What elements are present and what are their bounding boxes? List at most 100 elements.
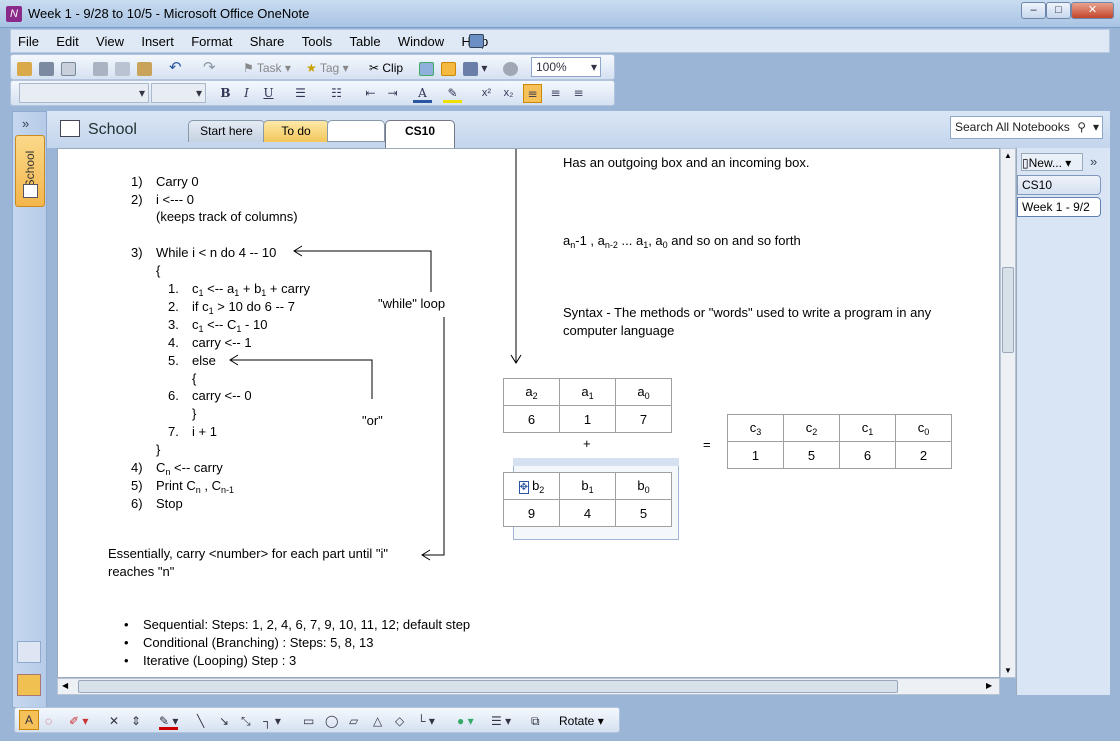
increase-indent-icon[interactable]: ⇥ xyxy=(383,84,402,103)
notebook-tab-school[interactable]: School xyxy=(15,135,45,207)
table-cell[interactable]: 6 xyxy=(839,441,896,469)
italic-button[interactable]: I xyxy=(237,84,256,103)
table-cell[interactable]: 1 xyxy=(559,405,616,433)
print-preview-icon[interactable] xyxy=(61,61,76,76)
font-name-select[interactable]: ▾ xyxy=(19,83,149,103)
bold-button[interactable]: B xyxy=(216,84,235,103)
table-cell[interactable]: 5 xyxy=(783,441,840,469)
line-icon[interactable]: ╲ xyxy=(197,712,204,730)
eraser-icon[interactable]: ✐ ▾ xyxy=(69,712,88,730)
research-icon[interactable] xyxy=(503,61,518,76)
rotate-button[interactable]: Rotate ▾ xyxy=(559,712,604,730)
align-right-icon[interactable]: ≡ xyxy=(569,84,588,103)
page-tab-week-1[interactable]: Week 1 - 9/2 xyxy=(1017,197,1101,217)
drawing-tools-icon[interactable] xyxy=(463,61,478,76)
note-page[interactable]: 1) Carry 0 2) i <--- 0 (keeps track of c… xyxy=(57,148,1000,678)
vertical-scrollbar[interactable]: ▲ ▼ xyxy=(1000,148,1016,678)
close-button[interactable]: ✕ xyxy=(1071,2,1114,19)
menu-tools[interactable]: Tools xyxy=(295,30,339,49)
new-page-button[interactable]: ▯New... ▾ xyxy=(1021,153,1083,171)
menu-edit[interactable]: Edit xyxy=(49,30,85,49)
table-a[interactable]: a2 a1 a0 617 xyxy=(503,378,672,433)
section-tab-new-input[interactable] xyxy=(327,120,385,142)
connector-icon[interactable]: ┐ ▾ xyxy=(263,712,281,730)
vertical-scroll-thumb[interactable] xyxy=(1002,267,1014,353)
menu-format[interactable]: Format xyxy=(184,30,239,49)
decrease-indent-icon[interactable]: ⇤ xyxy=(361,84,380,103)
expand-nav-icon[interactable]: » xyxy=(22,116,29,131)
tag-button[interactable]: ★ Tag ▾ xyxy=(306,59,349,77)
double-arrow-icon[interactable]: ⤡ xyxy=(241,712,251,730)
maximize-button[interactable]: □ xyxy=(1046,2,1071,19)
underline-button[interactable]: U xyxy=(259,84,278,103)
table-header-cell[interactable]: c0 xyxy=(895,414,952,442)
table-header-cell[interactable]: a2 xyxy=(503,378,560,406)
table-cell[interactable]: 4 xyxy=(559,499,616,527)
table-drag-handle[interactable] xyxy=(513,458,679,466)
highlight-icon[interactable]: ✎ xyxy=(443,84,462,103)
table-header-cell[interactable]: c1 xyxy=(839,414,896,442)
table-cell[interactable]: 6 xyxy=(503,405,560,433)
type-text-icon[interactable]: A xyxy=(19,710,39,730)
axes-icon[interactable]: └ ▾ xyxy=(417,712,435,730)
numbering-icon[interactable]: ☷ xyxy=(327,84,346,103)
line-thickness-icon[interactable]: ☰ ▾ xyxy=(491,712,511,730)
subscript-button[interactable]: x₂ xyxy=(499,84,518,103)
scroll-up-icon[interactable]: ▲ xyxy=(1004,151,1012,160)
font-color-button[interactable]: A xyxy=(413,84,432,103)
menu-window[interactable]: Window xyxy=(391,30,451,49)
table-cell[interactable]: 9 xyxy=(503,499,560,527)
zoom-select[interactable]: 100% ▾ xyxy=(531,57,601,77)
menu-insert[interactable]: Insert xyxy=(134,30,181,49)
table-header-cell[interactable]: b0 xyxy=(615,472,672,500)
align-center-icon[interactable]: ≡ xyxy=(546,84,565,103)
color-palette-icon[interactable]: ● ▾ xyxy=(457,712,474,730)
table-header-cell[interactable]: c2 xyxy=(783,414,840,442)
table-icon[interactable] xyxy=(419,61,434,76)
table-header-cell[interactable]: b1 xyxy=(559,472,616,500)
side-notes-icon[interactable] xyxy=(17,674,41,696)
menu-table[interactable]: Table xyxy=(342,30,387,49)
clip-button[interactable]: ✂ Clip xyxy=(369,59,403,77)
table-c[interactable]: c3 c2 c1 c0 1562 xyxy=(727,414,952,469)
onenote-app-icon[interactable]: N xyxy=(6,6,22,22)
table-cell[interactable]: 5 xyxy=(615,499,672,527)
scroll-down-icon[interactable]: ▼ xyxy=(1004,666,1012,675)
delete-icon[interactable]: ✕ xyxy=(109,712,119,730)
table-cell[interactable]: 2 xyxy=(895,441,952,469)
arrow-icon[interactable]: ↘ xyxy=(219,712,229,730)
align-left-icon[interactable]: ≡ xyxy=(523,84,542,103)
section-tab-cs10[interactable]: CS10 xyxy=(385,120,455,149)
bullets-icon[interactable]: ☰ xyxy=(291,84,310,103)
circle-icon[interactable]: ◯ xyxy=(325,712,338,730)
table-cell[interactable]: 1 xyxy=(727,441,784,469)
minimize-button[interactable]: – xyxy=(1021,2,1046,19)
menu-share[interactable]: Share xyxy=(243,30,292,49)
superscript-button[interactable]: x² xyxy=(477,84,496,103)
cut-icon[interactable] xyxy=(93,61,108,76)
parallelogram-icon[interactable]: ▱ xyxy=(349,712,358,730)
lasso-icon[interactable]: ◌ xyxy=(45,712,52,730)
table-b[interactable]: ✥ b2 b1 b0 945 xyxy=(503,472,672,527)
triangle-icon[interactable]: △ xyxy=(373,712,382,730)
pen-icon[interactable]: ✎ ▾ xyxy=(159,712,179,730)
table-header-cell[interactable]: c3 xyxy=(727,414,784,442)
horizontal-scroll-thumb[interactable] xyxy=(78,680,898,693)
insert-space-icon[interactable]: ⇕ xyxy=(131,712,141,730)
table-move-icon[interactable]: ✥ xyxy=(518,480,530,494)
open-icon[interactable] xyxy=(17,61,32,76)
table-header-cell[interactable]: a0 xyxy=(615,378,672,406)
page-tab-cs10[interactable]: CS10 xyxy=(1017,175,1101,195)
search-input[interactable]: Search All Notebooks ⚲ ▾ xyxy=(950,116,1103,139)
table-cell[interactable]: 7 xyxy=(615,405,672,433)
undo-icon[interactable]: ↶ xyxy=(169,59,182,77)
menu-view[interactable]: View xyxy=(89,30,131,49)
section-tab-start-here[interactable]: Start here xyxy=(188,120,265,142)
menu-file[interactable]: File xyxy=(11,30,46,49)
copy-icon[interactable] xyxy=(115,61,130,76)
table-header-cell[interactable]: a1 xyxy=(559,378,616,406)
full-page-view-icon[interactable] xyxy=(469,34,484,48)
horizontal-scrollbar[interactable]: ◀ ▶ xyxy=(57,678,1000,695)
scroll-right-icon[interactable]: ▶ xyxy=(986,681,992,690)
print-icon[interactable] xyxy=(39,61,54,76)
